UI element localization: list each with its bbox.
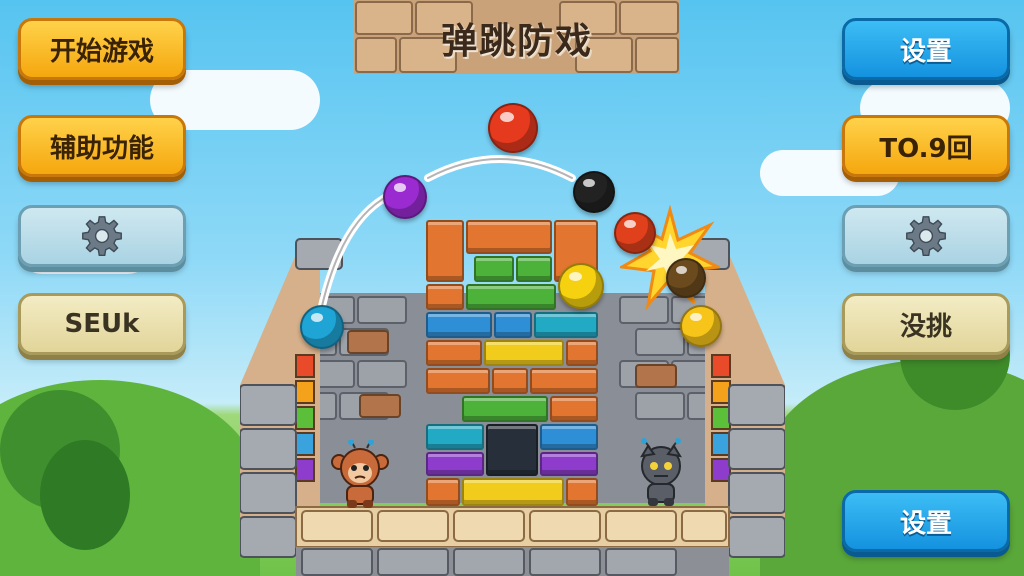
- seuk-button[interactable]: SEUk: [18, 293, 186, 355]
- seuk-label: SEUk: [64, 309, 140, 339]
- robot-guard: [640, 438, 682, 506]
- brick: [426, 340, 482, 366]
- brick: [566, 478, 598, 506]
- game-title: 弹跳防戏: [440, 21, 593, 62]
- brick: [462, 478, 564, 506]
- settings-top-label: 设置: [899, 36, 952, 67]
- brick: [484, 340, 564, 366]
- game-scene: 弹跳防戏 开始游戏 辅助功能 SEUk 设置 TO.9回 没挑 设置: [0, 0, 1024, 576]
- brick: [426, 478, 460, 506]
- left-gear-button[interactable]: [18, 205, 186, 267]
- settings-button-top[interactable]: 设置: [842, 18, 1010, 80]
- yellow-ball: [558, 263, 604, 309]
- tree: [40, 440, 130, 550]
- red-small-ball: [614, 212, 656, 254]
- cyan-ball: [300, 305, 344, 349]
- brick: [426, 424, 484, 450]
- black-ball: [573, 171, 615, 213]
- dark-gap: [486, 424, 538, 476]
- assist-features-button[interactable]: 辅助功能: [18, 115, 186, 177]
- yellow-face-ball: [680, 305, 722, 347]
- brick: [426, 452, 484, 476]
- round-button[interactable]: TO.9回: [842, 115, 1010, 177]
- red-ball: [488, 103, 538, 153]
- brick: [550, 396, 598, 422]
- settings-button-bottom[interactable]: 设置: [842, 490, 1010, 552]
- challenge-label: 没挑: [899, 311, 952, 342]
- round-label: TO.9回: [879, 133, 973, 164]
- bounce-rails: [316, 155, 576, 319]
- brick: [566, 340, 598, 366]
- right-gear-button[interactable]: [842, 205, 1010, 267]
- brown-ball: [666, 258, 706, 298]
- challenge-button[interactable]: 没挑: [842, 293, 1010, 355]
- brick: [462, 396, 548, 422]
- start-game-button[interactable]: 开始游戏: [18, 18, 186, 80]
- purple-ball: [383, 175, 427, 219]
- brick: [530, 368, 598, 394]
- settings-bottom-label: 设置: [899, 508, 952, 539]
- brick: [492, 368, 528, 394]
- brick: [426, 368, 490, 394]
- monkey-guard: [331, 440, 389, 508]
- brick: [540, 452, 598, 476]
- gear-icon: [82, 216, 122, 256]
- gear-icon: [906, 216, 946, 256]
- assist-features-label: 辅助功能: [49, 133, 154, 164]
- start-game-label: 开始游戏: [49, 36, 154, 67]
- brick: [540, 424, 598, 450]
